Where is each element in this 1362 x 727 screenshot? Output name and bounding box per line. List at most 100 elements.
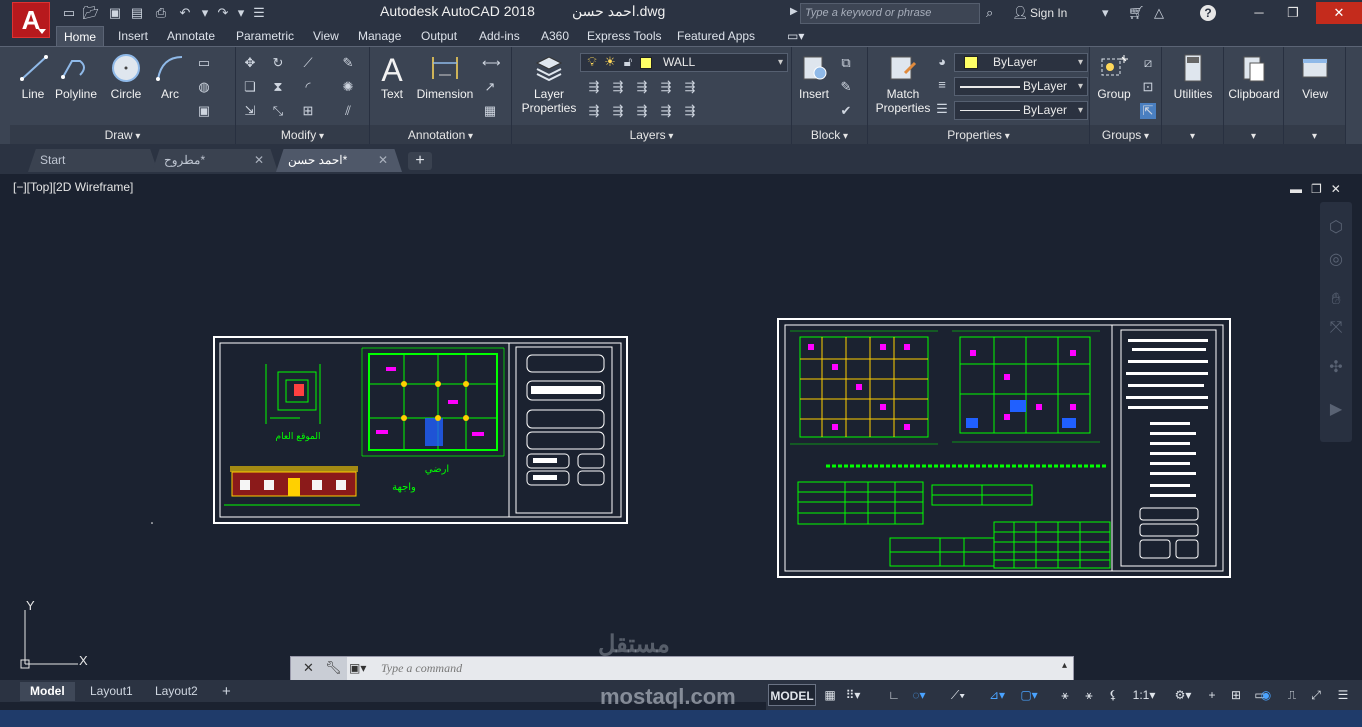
doc-tab-ahmed-hassan[interactable]: احمد حسن* ✕ <box>276 149 402 172</box>
groups-panel-title[interactable]: Groups <box>1090 125 1161 145</box>
utilities-panel-title[interactable] <box>1162 125 1223 145</box>
tab-parametric[interactable]: Parametric <box>229 26 301 46</box>
rotate-icon[interactable]: ↻ <box>270 55 286 71</box>
customize-qat-icon[interactable]: ☰ <box>250 4 268 22</box>
annotation-visibility-icon[interactable]: ⚹ <box>1054 684 1076 706</box>
tab-express-tools[interactable]: Express Tools <box>580 26 668 46</box>
steering-wheel-icon[interactable]: ◎ <box>1326 250 1346 270</box>
undo-icon[interactable]: ↶ <box>176 4 194 22</box>
pan-icon[interactable]: ✋︎ <box>1326 290 1346 310</box>
stretch-icon[interactable]: ⇲ <box>242 103 258 119</box>
table-icon[interactable]: ▦ <box>482 103 498 119</box>
polyline-button[interactable]: Polyline <box>52 53 100 101</box>
view-button[interactable]: View <box>1288 53 1342 101</box>
drawing-canvas[interactable]: [−][Top][2D Wireframe] ▬❐✕ الموقع العام … <box>0 174 1362 680</box>
layer-properties-button[interactable]: Layer Properties <box>516 53 582 115</box>
group-button[interactable]: Group <box>1094 53 1134 101</box>
command-prompt-icon[interactable]: ▣▾ <box>349 661 366 675</box>
circle-button[interactable]: Circle <box>106 53 146 101</box>
arc-button[interactable]: Arc <box>152 53 188 101</box>
layer-state-icon[interactable]: ⇶ <box>586 79 602 95</box>
layer-previous-icon[interactable]: ⇶ <box>634 103 650 119</box>
customize-icon[interactable]: 🔧︎ <box>325 660 342 676</box>
new-tab-button[interactable]: + <box>408 152 432 170</box>
tab-layout1[interactable]: Layout1 <box>80 682 143 701</box>
user-icon[interactable]: 👤︎ <box>1012 5 1029 21</box>
linear-dim-icon[interactable]: ⟷ <box>482 55 501 71</box>
maximize-button[interactable]: ❐ <box>1270 2 1316 24</box>
close-tab-icon[interactable]: ✕ <box>378 149 388 172</box>
model-space-button[interactable]: MODEL <box>768 684 816 706</box>
gradient-icon[interactable]: ▣ <box>196 103 212 119</box>
offset-icon[interactable]: ⫽ <box>340 103 356 119</box>
binoculars-icon[interactable]: ⌕ <box>986 5 993 21</box>
tab-annotate[interactable]: Annotate <box>160 26 222 46</box>
search-input[interactable]: Type a keyword or phrase <box>800 3 980 24</box>
polar-icon[interactable]: ◌▾ <box>906 684 932 706</box>
ungroup-icon[interactable]: ⧄ <box>1140 55 1156 71</box>
layer-off-icon[interactable]: ⇶ <box>610 79 626 95</box>
autodesk-a360-icon[interactable]: △ <box>1154 5 1164 21</box>
close-tab-icon[interactable]: ✕ <box>254 149 264 172</box>
isolate-objects-icon[interactable]: ◉ <box>1256 684 1276 706</box>
text-button[interactable]: A Text <box>376 53 408 101</box>
tab-a360[interactable]: A360 <box>534 26 576 46</box>
doc-tab-start[interactable]: Start <box>28 149 158 172</box>
array-icon[interactable]: ⊞ <box>300 103 316 119</box>
close-command-line-icon[interactable]: ✕ <box>303 660 314 676</box>
tab-add-ins[interactable]: Add-ins <box>472 26 527 46</box>
command-history-icon[interactable]: ▴ <box>1062 660 1067 671</box>
match-properties-button[interactable]: Match Properties <box>872 53 934 115</box>
object-snap-icon[interactable]: ▢▾ <box>1014 684 1044 706</box>
tab-output[interactable]: Output <box>414 26 464 46</box>
showmotion-icon[interactable]: ▶ <box>1326 400 1346 420</box>
annotation-scale-icon[interactable]: ⚸ <box>1102 684 1124 706</box>
explode-icon[interactable]: ✺ <box>340 79 356 95</box>
annotation-scale-dropdown[interactable]: 1:1▾ <box>1126 684 1162 706</box>
move-icon[interactable]: ✥ <box>242 55 258 71</box>
hatch-icon[interactable]: ◍ <box>196 79 212 95</box>
tab-model[interactable]: Model <box>20 682 75 701</box>
layers-panel-title[interactable]: Layers <box>512 125 791 145</box>
new-file-icon[interactable]: ▭ <box>60 4 78 22</box>
ortho-icon[interactable]: ∟ <box>884 684 904 706</box>
layer-lock-icon[interactable]: ⇶ <box>682 79 698 95</box>
undo-dropdown-icon[interactable]: ▾ <box>196 4 214 22</box>
create-block-icon[interactable]: ⧉ <box>838 55 854 71</box>
tab-manage[interactable]: Manage <box>351 26 408 46</box>
block-attributes-icon[interactable]: ✔ <box>838 103 854 119</box>
tab-layout2[interactable]: Layout2 <box>145 682 208 701</box>
layer-unisolate-icon[interactable]: ⇶ <box>658 103 674 119</box>
grid-icon[interactable]: ▦ <box>820 684 840 706</box>
match-layer-icon[interactable]: ⇶ <box>610 103 626 119</box>
fillet-icon[interactable]: ◜ <box>300 79 316 95</box>
rectangle-icon[interactable]: ▭ <box>196 55 212 71</box>
layer-isolate-icon[interactable]: ⇶ <box>634 79 650 95</box>
tab-home[interactable]: Home <box>56 26 105 46</box>
sign-in-dropdown-icon[interactable]: ▾ <box>1102 5 1109 21</box>
properties-panel-title[interactable]: Properties <box>868 125 1089 145</box>
plot-icon[interactable]: ⎙ <box>152 4 170 22</box>
tab-featured-apps[interactable]: Featured Apps <box>670 26 762 46</box>
save-icon[interactable]: ▣ <box>106 4 124 22</box>
group-selection-icon[interactable]: ⇱ <box>1140 103 1156 119</box>
save-as-icon[interactable]: ▤ <box>128 4 146 22</box>
command-line[interactable]: ✕ 🔧︎ ▣▾ Type a command ▴ <box>290 656 1074 681</box>
copy-icon[interactable]: ❏ <box>242 79 258 95</box>
mirror-icon[interactable]: ⧗ <box>270 79 286 95</box>
erase-icon[interactable]: ✎ <box>340 55 356 71</box>
zoom-extents-icon[interactable]: ⤧ <box>1326 318 1346 338</box>
redo-icon[interactable]: ↷ <box>214 4 232 22</box>
doc-tab-matrouh[interactable]: مطروح* ✕ <box>152 149 278 172</box>
redo-dropdown-icon[interactable]: ▾ <box>232 4 250 22</box>
line-button[interactable]: Line <box>18 53 48 101</box>
annotation-monitor-icon[interactable]: + <box>1202 684 1222 706</box>
units-icon[interactable]: ⊞ <box>1226 684 1246 706</box>
tab-insert[interactable]: Insert <box>111 26 155 46</box>
isodraft-icon[interactable]: ⟋▾ <box>944 684 972 706</box>
customization-icon[interactable]: ☰ <box>1332 684 1354 706</box>
insert-button[interactable]: Insert <box>794 53 834 101</box>
clipboard-button[interactable]: Clipboard <box>1224 53 1284 101</box>
tab-view[interactable]: View <box>306 26 346 46</box>
auto-scale-icon[interactable]: ⚹ <box>1078 684 1100 706</box>
